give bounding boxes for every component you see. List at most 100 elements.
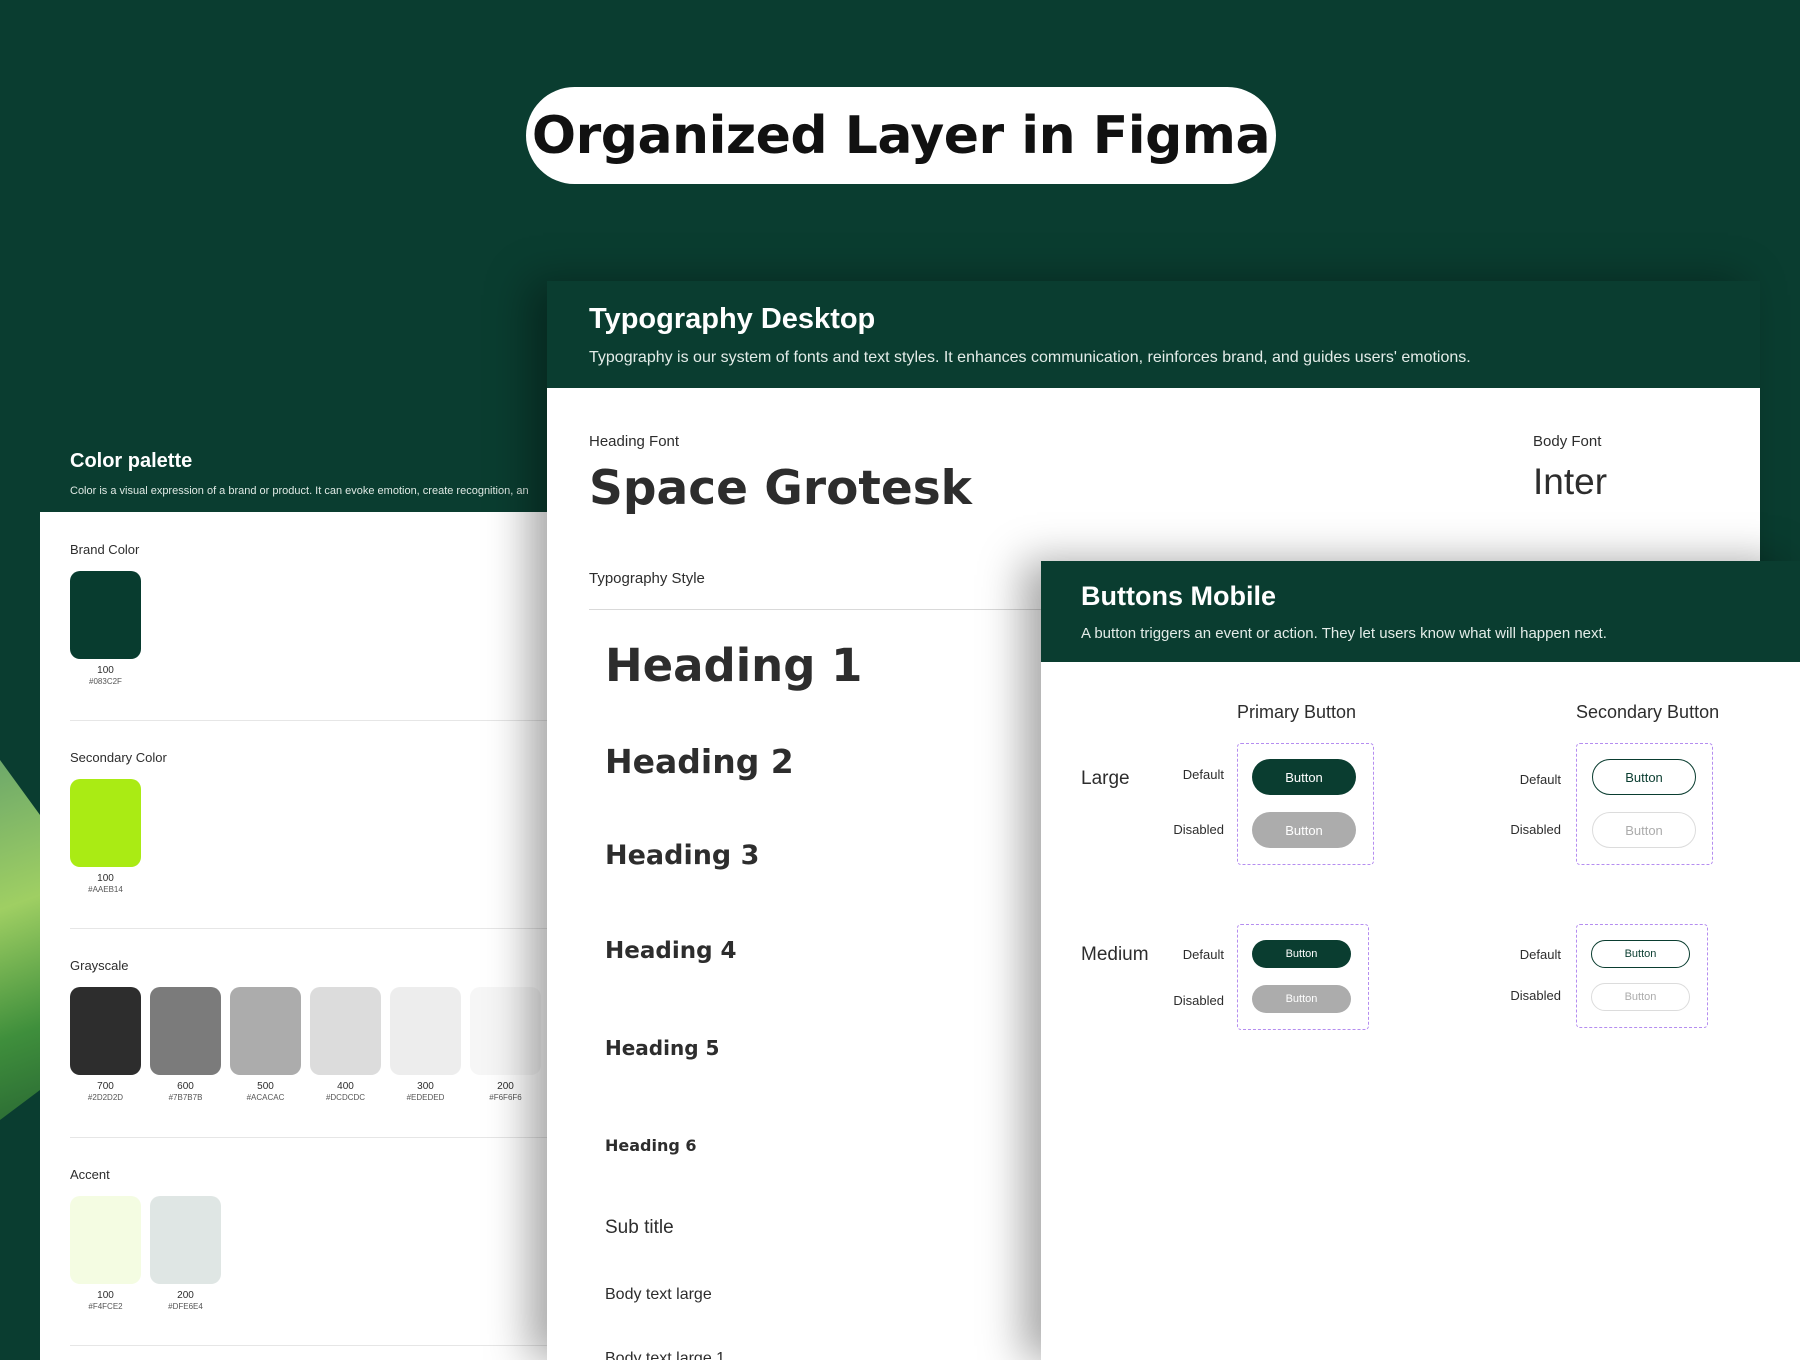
color-swatch[interactable]: 400 #DCDCDC bbox=[310, 987, 381, 1102]
color-swatch[interactable]: 200 #DFE6E4 bbox=[150, 1196, 221, 1311]
swatch-chip[interactable] bbox=[70, 779, 141, 867]
heading-1-sample: Heading 1 bbox=[605, 639, 863, 692]
secondary-medium-disabled-button: Button bbox=[1591, 983, 1690, 1011]
palette-header: Color palette Color is a visual expressi… bbox=[70, 450, 550, 497]
swatch-chip[interactable] bbox=[70, 571, 141, 659]
state-disabled-label: Disabled bbox=[1173, 993, 1224, 1008]
size-medium-label: Medium bbox=[1081, 944, 1149, 965]
heading-6-sample: Heading 6 bbox=[605, 1136, 697, 1155]
divider bbox=[589, 609, 1089, 610]
typography-description: Typography is our system of fonts and te… bbox=[589, 349, 1471, 366]
typography-header: Typography Desktop Typography is our sys… bbox=[547, 281, 1760, 388]
color-palette-panel: Brand Color 100 #083C2F Secondary Color 100… bbox=[40, 512, 600, 1360]
swatch-shade: 300 bbox=[417, 1081, 434, 1092]
secondary-large-disabled-button: Button bbox=[1592, 812, 1696, 848]
swatch-shade: 700 bbox=[97, 1081, 114, 1092]
accent-section: Accent 100 #F4FCE2 200 #DFE6E4 bbox=[70, 1167, 590, 1311]
swatch-chip[interactable] bbox=[70, 1196, 141, 1284]
swatch-hex: #2D2D2D bbox=[87, 1093, 124, 1102]
heading-font-label: Heading Font bbox=[589, 433, 680, 450]
state-default-label: Default bbox=[1519, 772, 1561, 787]
color-swatch[interactable]: 200 #F6F6F6 bbox=[470, 987, 541, 1102]
color-swatch[interactable]: 100 #AAEB14 bbox=[70, 779, 141, 894]
swatch-shade: 100 bbox=[97, 1290, 114, 1301]
swatch-chip[interactable] bbox=[150, 1196, 221, 1284]
body-font-label: Body Font bbox=[1533, 433, 1602, 450]
divider bbox=[70, 720, 590, 721]
typography-style-label: Typography Style bbox=[589, 570, 705, 587]
secondary-swatches: 100 #AAEB14 bbox=[70, 779, 590, 894]
divider bbox=[70, 928, 590, 929]
heading-2-sample: Heading 2 bbox=[605, 742, 794, 781]
page-title: Organized Layer in Figma bbox=[526, 87, 1276, 184]
color-swatch[interactable]: 300 #EDEDED bbox=[390, 987, 461, 1102]
body-font-name: Inter bbox=[1533, 461, 1608, 502]
color-swatch[interactable]: 600 #7B7B7B bbox=[150, 987, 221, 1102]
divider bbox=[70, 1137, 590, 1138]
primary-large-default-button[interactable]: Button bbox=[1252, 759, 1356, 795]
heading-font-name: Space Grotesk bbox=[589, 461, 972, 516]
brand-swatches: 100 #083C2F bbox=[70, 571, 590, 686]
secondary-button-heading: Secondary Button bbox=[1576, 702, 1720, 722]
swatch-shade: 200 bbox=[177, 1290, 194, 1301]
palette-description: Color is a visual expression of a brand … bbox=[70, 485, 529, 497]
swatch-shade: 400 bbox=[337, 1081, 354, 1092]
buttons-title: Buttons Mobile bbox=[1081, 581, 1276, 611]
state-default-label: Default bbox=[1519, 947, 1561, 962]
swatch-chip[interactable] bbox=[310, 987, 381, 1075]
brand-color-section: Brand Color 100 #083C2F bbox=[70, 542, 590, 686]
primary-medium-default-button[interactable]: Button bbox=[1252, 940, 1351, 968]
color-swatch[interactable]: 500 #ACACAC bbox=[230, 987, 301, 1102]
swatch-shade: 100 bbox=[97, 873, 114, 884]
swatch-chip[interactable] bbox=[70, 987, 141, 1075]
swatch-hex: #EDEDED bbox=[406, 1093, 445, 1102]
accent-swatches: 100 #F4FCE2 200 #DFE6E4 bbox=[70, 1196, 590, 1311]
swatch-shade: 500 bbox=[257, 1081, 274, 1092]
brand-label: Brand Color bbox=[70, 542, 140, 557]
swatch-hex: #F4FCE2 bbox=[88, 1302, 123, 1311]
divider bbox=[70, 1345, 590, 1346]
swatch-chip[interactable] bbox=[470, 987, 541, 1075]
heading-3-sample: Heading 3 bbox=[605, 840, 760, 871]
swatch-hex: #F6F6F6 bbox=[489, 1093, 522, 1102]
accent-label: Accent bbox=[70, 1167, 110, 1182]
secondary-color-section: Secondary Color 100 #AAEB14 bbox=[70, 750, 590, 894]
secondary-label: Secondary Color bbox=[70, 750, 167, 765]
primary-button-heading: Primary Button bbox=[1237, 702, 1357, 722]
swatch-hex: #7B7B7B bbox=[168, 1093, 203, 1102]
buttons-panel: Buttons Mobile A button triggers an even… bbox=[1041, 561, 1800, 1360]
state-default-label: Default bbox=[1182, 767, 1224, 782]
state-disabled-label: Disabled bbox=[1173, 822, 1224, 837]
heading-4-sample: Heading 4 bbox=[605, 938, 737, 964]
swatch-hex: #AAEB14 bbox=[88, 885, 123, 894]
swatch-chip[interactable] bbox=[390, 987, 461, 1075]
buttons-description: A button triggers an event or action. Th… bbox=[1081, 625, 1607, 642]
color-swatch[interactable]: 100 #083C2F bbox=[70, 571, 141, 686]
color-swatch[interactable]: 100 #F4FCE2 bbox=[70, 1196, 141, 1311]
swatch-chip[interactable] bbox=[150, 987, 221, 1075]
state-default-label: Default bbox=[1182, 947, 1224, 962]
decorative-leaf bbox=[0, 760, 40, 1120]
swatch-shade: 200 bbox=[497, 1081, 514, 1092]
color-swatch[interactable]: 700 #2D2D2D bbox=[70, 987, 141, 1102]
primary-large-disabled-button: Button bbox=[1252, 812, 1356, 848]
swatch-shade: 600 bbox=[177, 1081, 194, 1092]
swatch-hex: #ACACAC bbox=[246, 1093, 285, 1102]
body-large-sample: Body text large bbox=[605, 1286, 712, 1303]
size-large-label: Large bbox=[1081, 768, 1130, 789]
body-large-1-sample: Body text large 1 bbox=[605, 1350, 726, 1360]
secondary-large-default-button[interactable]: Button bbox=[1592, 759, 1696, 795]
swatch-hex: #DFE6E4 bbox=[168, 1302, 203, 1311]
secondary-medium-default-button[interactable]: Button bbox=[1591, 940, 1690, 968]
grayscale-label: Grayscale bbox=[70, 958, 129, 973]
swatch-chip[interactable] bbox=[230, 987, 301, 1075]
state-disabled-label: Disabled bbox=[1510, 988, 1561, 1003]
state-disabled-label: Disabled bbox=[1510, 822, 1561, 837]
typography-title: Typography Desktop bbox=[589, 303, 876, 335]
primary-medium-disabled-button: Button bbox=[1252, 985, 1351, 1013]
palette-title: Color palette bbox=[70, 450, 193, 472]
subtitle-sample: Sub title bbox=[605, 1217, 674, 1238]
grayscale-swatches: 700 #2D2D2D 600 #7B7B7B 500 #ACACAC 400 #DCDCDC… bbox=[70, 987, 590, 1102]
buttons-header: Buttons Mobile A button triggers an even… bbox=[1041, 561, 1800, 662]
swatch-shade: 100 bbox=[97, 665, 114, 676]
